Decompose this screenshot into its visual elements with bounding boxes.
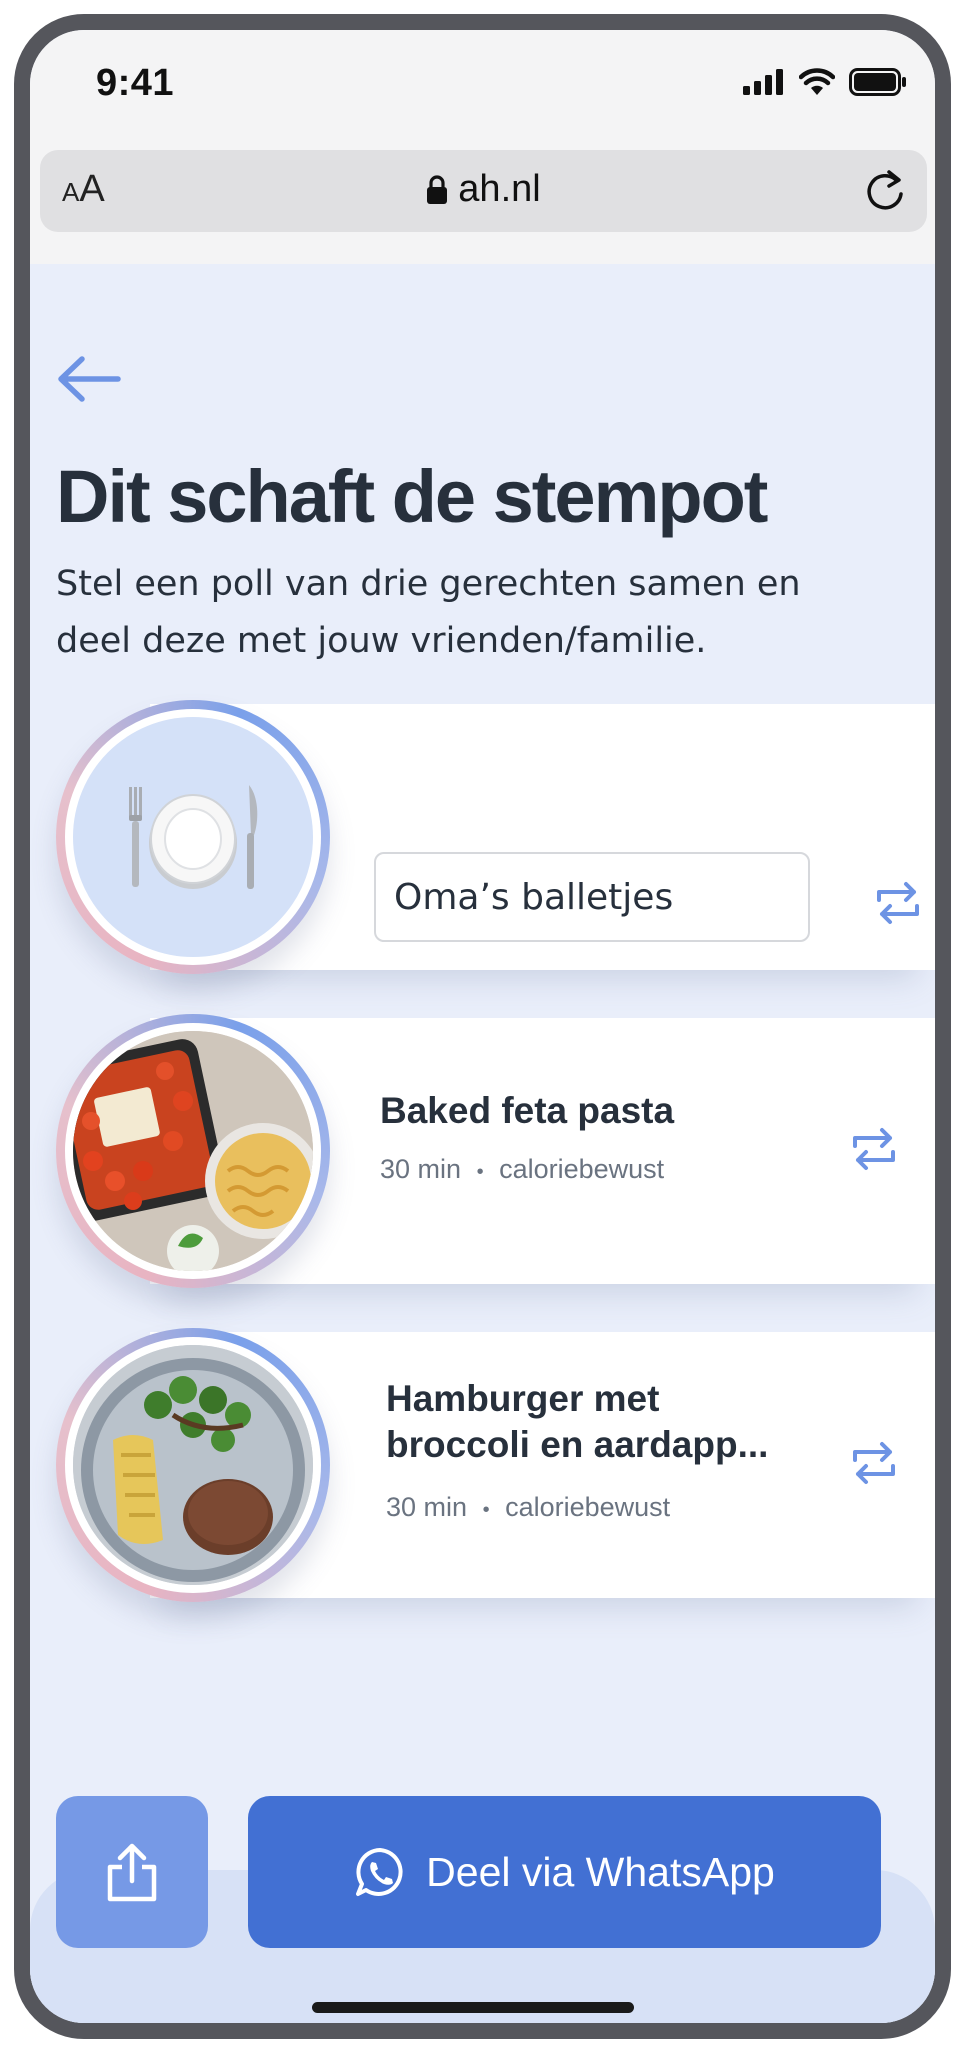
hamburger-broccoli-photo <box>73 1345 313 1585</box>
dish-image-frame-2 <box>56 1014 330 1288</box>
recipe-name-2: Hamburger met broccoli en aardapp... <box>386 1378 769 1465</box>
status-bar: 9:41 <box>30 30 935 130</box>
share-button[interactable] <box>56 1796 208 1948</box>
custom-dish-input[interactable] <box>374 852 810 942</box>
recipe-tag: caloriebewust <box>499 1154 665 1184</box>
whatsapp-share-button[interactable]: Deel via WhatsApp <box>248 1796 881 1948</box>
recipe-tag: caloriebewust <box>505 1492 671 1522</box>
browser-toolbar: AA ah.nl <box>30 130 935 264</box>
status-time: 9:41 <box>96 62 175 104</box>
url-display[interactable]: ah.nl <box>40 168 927 211</box>
recipe-meta-2: 30 min • caloriebewust <box>386 1492 670 1523</box>
page-content: Dit schaft de stempot Stel een poll van … <box>30 264 935 2023</box>
share-icon <box>107 1843 157 1902</box>
home-indicator <box>312 2002 634 2013</box>
whatsapp-icon <box>356 1848 403 1896</box>
signal-icon <box>743 69 783 95</box>
recipe-name-1: Baked feta pasta <box>380 1090 675 1131</box>
recipe-meta-1: 30 min • caloriebewust <box>380 1154 664 1185</box>
recipe-time: 30 min <box>386 1492 468 1522</box>
swap-icon[interactable] <box>876 880 920 926</box>
meta-separator: • <box>476 1161 484 1183</box>
swap-icon[interactable] <box>852 1126 896 1172</box>
status-icons <box>743 68 907 96</box>
dish-image-frame-1 <box>56 700 330 974</box>
page-subtitle: Stel een poll van drie gerechten samen e… <box>56 564 801 661</box>
meta-separator: • <box>482 1499 490 1521</box>
swap-icon[interactable] <box>852 1440 896 1486</box>
whatsapp-button-label: Deel via WhatsApp <box>426 1848 775 1895</box>
reload-icon[interactable] <box>863 168 907 214</box>
url-text: ah.nl <box>458 168 541 210</box>
phone-frame: 9:41 AA ah.nl Dit schaft de stempot Stel… <box>14 14 951 2039</box>
page-title: Dit schaft de stempot <box>56 455 768 538</box>
dish-image-frame-3 <box>56 1328 330 1602</box>
baked-feta-pasta-photo <box>73 1031 313 1271</box>
battery-icon <box>849 68 906 96</box>
lock-icon <box>427 174 448 204</box>
recipe-time: 30 min <box>380 1154 462 1184</box>
wifi-icon <box>799 68 835 95</box>
fork-knife-plate-icon <box>73 717 313 957</box>
address-bar[interactable]: AA ah.nl <box>40 150 927 232</box>
back-arrow-icon[interactable] <box>56 354 122 404</box>
